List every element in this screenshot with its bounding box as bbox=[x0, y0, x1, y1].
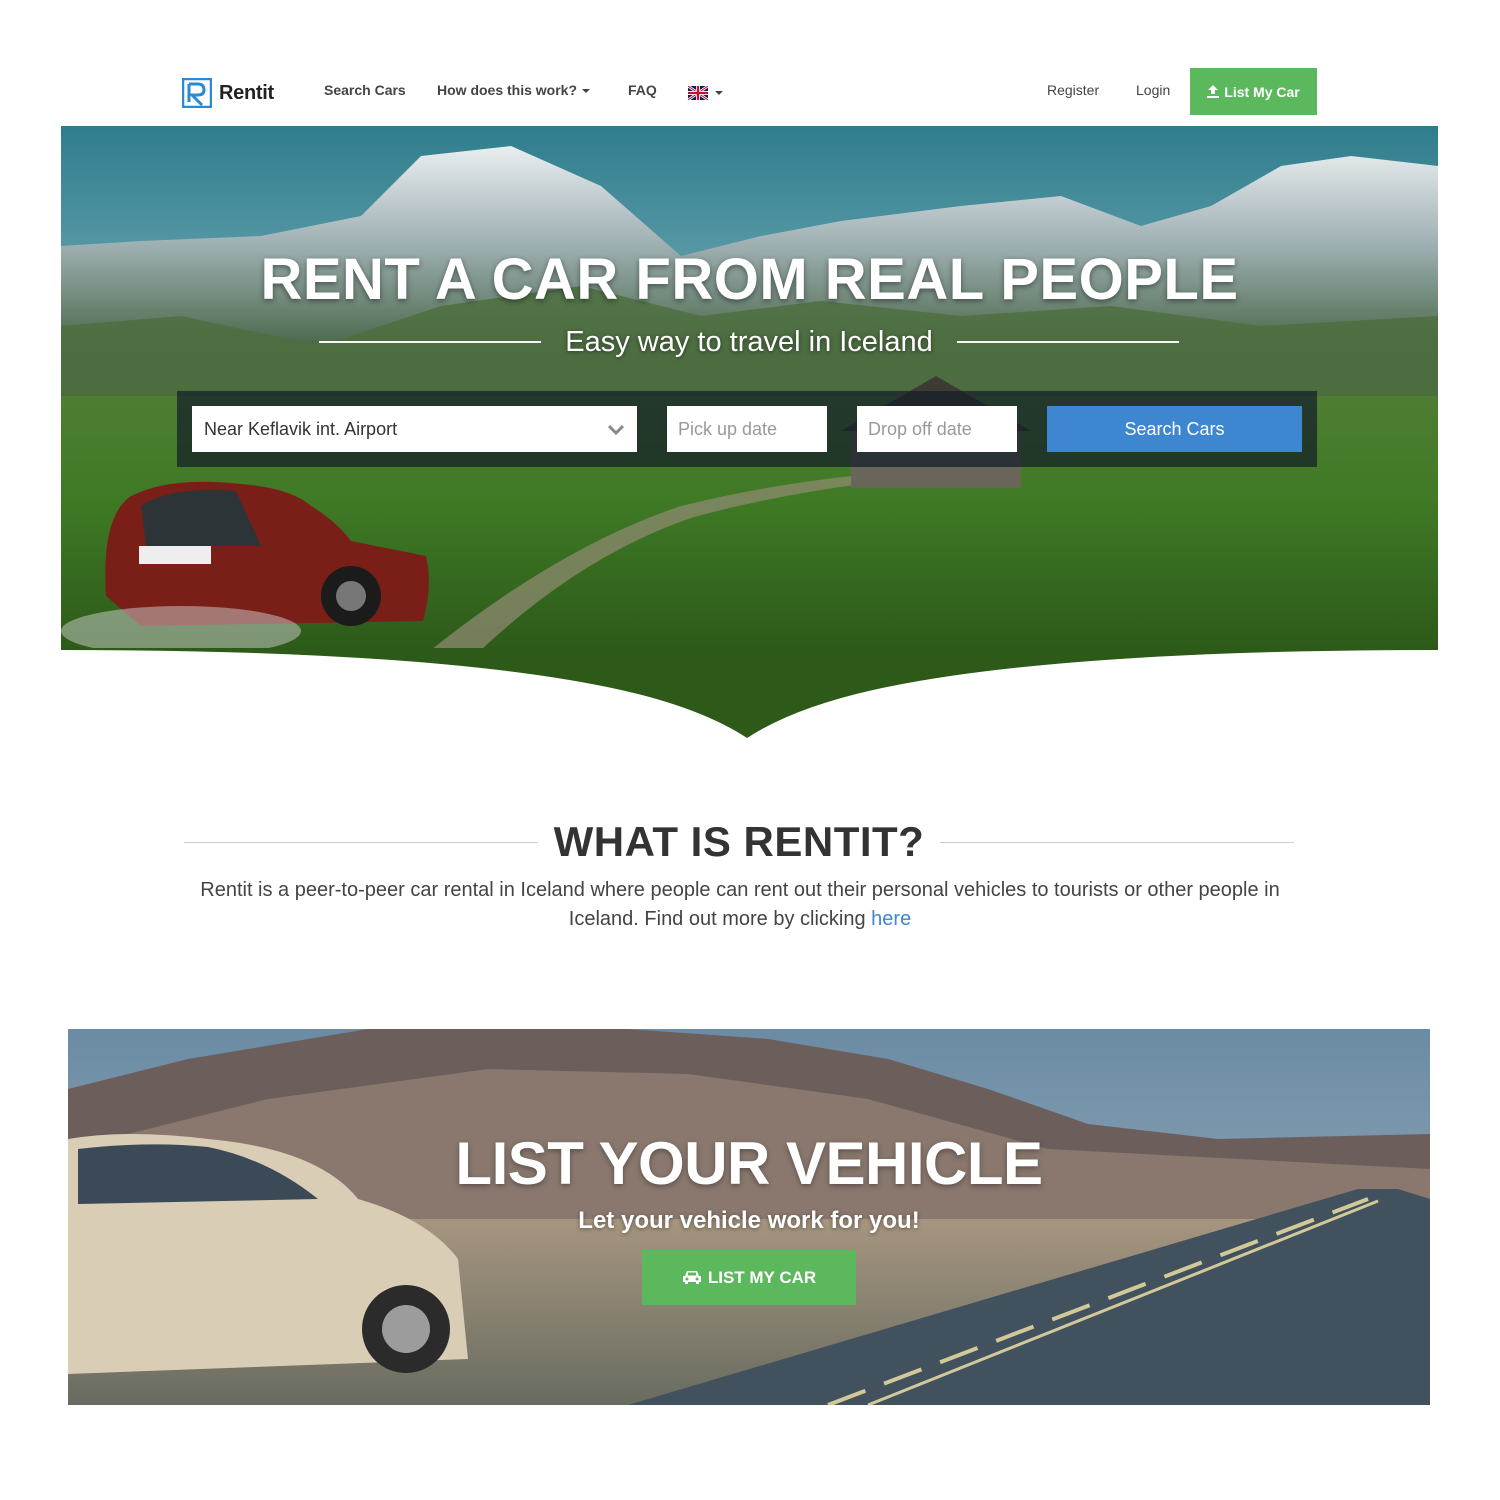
about-text: Rentit is a peer-to-peer car rental in I… bbox=[200, 876, 1280, 934]
chevron-down-icon bbox=[607, 424, 625, 436]
pickup-date-input[interactable]: Pick up date bbox=[667, 406, 827, 452]
hero-title: RENT A CAR FROM REAL PEOPLE bbox=[260, 247, 1239, 312]
list-my-car-button[interactable]: List My Car bbox=[1190, 68, 1317, 115]
list-vehicle-banner: LIST YOUR VEHICLE Let your vehicle work … bbox=[68, 1029, 1430, 1405]
uk-flag-icon[interactable] bbox=[688, 86, 708, 100]
hero-subtitle: Easy way to travel in Iceland bbox=[565, 325, 933, 358]
logo-text: Rentit bbox=[219, 81, 274, 104]
top-navbar: Rentit Search Cars How does this work? F… bbox=[0, 0, 1500, 126]
subtitle-divider-left bbox=[319, 341, 542, 343]
nav-how-it-works-label: How does this work? bbox=[437, 82, 578, 98]
language-caret-icon[interactable] bbox=[715, 91, 723, 95]
list-my-car-cta-button[interactable]: LIST MY CAR bbox=[642, 1250, 856, 1305]
about-text-body: Rentit is a peer-to-peer car rental in I… bbox=[200, 879, 1280, 930]
list-vehicle-subtitle: Let your vehicle work for you! bbox=[578, 1207, 920, 1234]
list-my-car-label: List My Car bbox=[1224, 83, 1300, 100]
hero-wave-divider bbox=[61, 648, 1438, 740]
logo-mark-icon bbox=[182, 78, 212, 108]
subtitle-divider-right bbox=[956, 341, 1180, 343]
about-more-link[interactable]: here bbox=[871, 908, 911, 930]
upload-icon bbox=[1207, 85, 1220, 98]
about-title: WHAT IS RENTIT? bbox=[553, 818, 925, 865]
location-select[interactable]: Near Keflavik int. Airport bbox=[192, 406, 637, 452]
caret-down-icon bbox=[582, 89, 591, 94]
nav-register[interactable]: Register bbox=[1047, 82, 1099, 98]
hero-landscape-image bbox=[61, 126, 1438, 650]
nav-how-it-works[interactable]: How does this work? bbox=[437, 82, 591, 98]
search-panel: Near Keflavik int. Airport Pick up date … bbox=[177, 391, 1317, 467]
nav-faq[interactable]: FAQ bbox=[628, 82, 657, 98]
hero-banner: RENT A CAR FROM REAL PEOPLE Easy way to … bbox=[61, 126, 1438, 650]
car-icon bbox=[682, 1271, 701, 1284]
about-divider-right bbox=[940, 841, 1294, 843]
list-my-car-cta-label: LIST MY CAR bbox=[707, 1267, 817, 1287]
search-cars-button[interactable]: Search Cars bbox=[1047, 406, 1302, 452]
list-vehicle-title: LIST YOUR VEHICLE bbox=[455, 1130, 1043, 1197]
rentit-logo[interactable]: Rentit bbox=[182, 77, 274, 109]
location-select-value: Near Keflavik int. Airport bbox=[204, 418, 398, 439]
about-heading-row: WHAT IS RENTIT? bbox=[184, 815, 1294, 869]
about-divider-left bbox=[184, 841, 538, 843]
nav-search-cars[interactable]: Search Cars bbox=[324, 82, 406, 98]
nav-login[interactable]: Login bbox=[1136, 82, 1170, 98]
hero-subtitle-row: Easy way to travel in Iceland bbox=[319, 324, 1180, 360]
dropoff-date-input[interactable]: Drop off date bbox=[857, 406, 1017, 452]
